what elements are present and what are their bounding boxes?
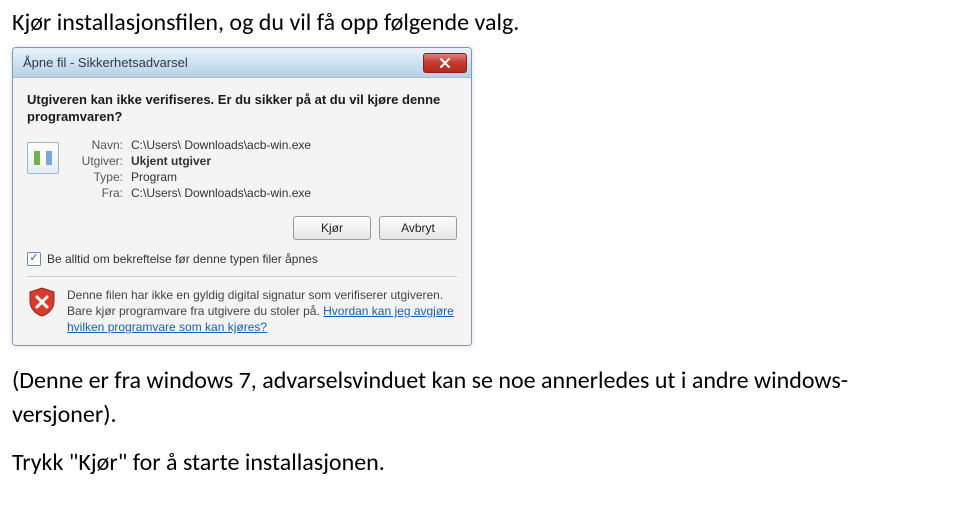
outro-line-2: versjoner). [12, 398, 948, 432]
file-icon [27, 142, 59, 174]
publisher-label: Utgiver: [69, 154, 123, 168]
type-label: Type: [69, 170, 123, 184]
close-button[interactable] [423, 53, 467, 73]
divider [27, 276, 457, 277]
name-label: Navn: [69, 138, 123, 152]
run-button[interactable]: Kjør [293, 216, 371, 240]
outro-line-1: (Denne er fra windows 7, advarselsvindue… [12, 364, 948, 398]
from-value: C:\Users\ Downloads\acb-win.exe [131, 186, 311, 200]
intro-text: Kjør installasjonsfilen, og du vil få op… [12, 8, 948, 37]
publisher-value: Ukjent utgiver [131, 154, 211, 168]
signature-warning: Denne filen har ikke en gyldig digital s… [27, 287, 457, 336]
confirm-checkbox-label: Be alltid om bekreftelse før denne typen… [47, 252, 318, 266]
confirm-checkbox-row: ✓ Be alltid om bekreftelse før denne typ… [27, 252, 457, 266]
shield-icon [27, 287, 57, 317]
window-title: Åpne fil - Sikkerhetsadvarsel [23, 55, 188, 70]
signature-warning-text: Denne filen har ikke en gyldig digital s… [67, 287, 457, 336]
type-value: Program [131, 170, 177, 184]
titlebar: Åpne fil - Sikkerhetsadvarsel [13, 48, 471, 78]
warning-question: Utgiveren kan ikke verifiseres. Er du si… [27, 92, 457, 126]
security-warning-dialog: Åpne fil - Sikkerhetsadvarsel Utgiveren … [12, 47, 472, 346]
confirm-checkbox[interactable]: ✓ [27, 252, 41, 266]
outro-text: (Denne er fra windows 7, advarselsvindue… [12, 364, 948, 479]
from-label: Fra: [69, 186, 123, 200]
dialog-body: Utgiveren kan ikke verifiseres. Er du si… [13, 78, 471, 345]
button-row: Kjør Avbryt [27, 216, 457, 240]
name-value: C:\Users\ Downloads\acb-win.exe [131, 138, 311, 152]
file-fields: Navn: C:\Users\ Downloads\acb-win.exe Ut… [69, 138, 311, 202]
cancel-button[interactable]: Avbryt [379, 216, 457, 240]
close-icon [439, 57, 451, 69]
file-info: Navn: C:\Users\ Downloads\acb-win.exe Ut… [27, 138, 457, 202]
outro-line-3: Trykk "Kjør" for å starte installasjonen… [12, 446, 948, 480]
